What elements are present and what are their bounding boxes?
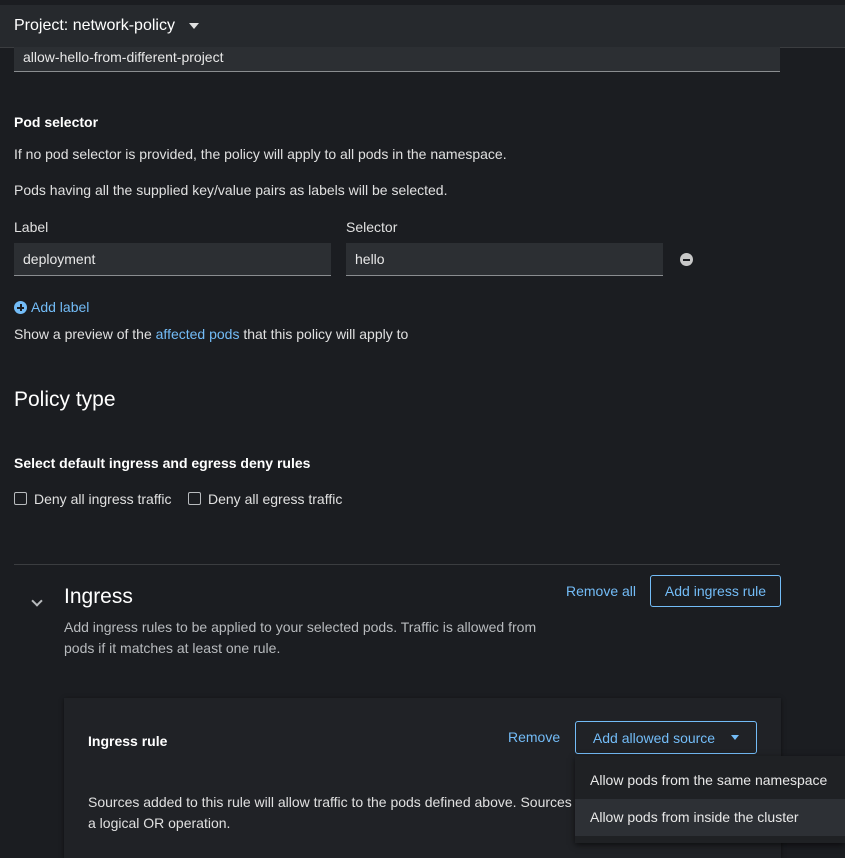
ingress-rule-title: Ingress rule (88, 733, 168, 749)
menu-item-inside-cluster[interactable]: Allow pods from inside the cluster (575, 799, 845, 836)
label-key-input[interactable]: deployment (14, 243, 331, 276)
ingress-heading: Ingress (64, 585, 133, 608)
deny-egress-label: Deny all egress traffic (208, 491, 343, 507)
add-label-button[interactable]: Add label (14, 299, 89, 315)
add-ingress-rule-button[interactable]: Add ingress rule (650, 575, 781, 607)
remove-rule-button[interactable]: Remove (508, 729, 560, 745)
selector-value-input[interactable]: hello (346, 243, 663, 276)
top-bar: Project: network-policy (0, 5, 845, 48)
pod-selector-title: Pod selector (14, 114, 99, 130)
deny-egress-checkbox[interactable]: Deny all egress traffic (188, 491, 342, 507)
ingress-description-line-2: pods if it matches at least one rule. (64, 640, 281, 656)
selector-column-header: Selector (346, 219, 398, 235)
rule-description: Sources added to this rule will allow tr… (88, 792, 575, 834)
checkbox-icon[interactable] (14, 492, 27, 505)
project-label: Project: network-policy (14, 17, 175, 34)
add-label-text: Add label (31, 299, 90, 315)
policy-type-heading: Policy type (14, 388, 116, 411)
chevron-down-icon[interactable] (31, 595, 43, 607)
add-ingress-rule-label: Add ingress rule (664, 583, 767, 599)
rule-description-line-2: a logical OR operation. (88, 815, 231, 831)
remove-label-icon[interactable] (680, 253, 693, 266)
preview-suffix: that this policy will apply to (239, 326, 409, 342)
checkbox-icon[interactable] (188, 492, 201, 505)
rule-description-line-1: Sources added to this rule will allow tr… (88, 794, 572, 810)
project-selector[interactable]: Project: network-policy (14, 17, 199, 35)
deny-ingress-label: Deny all ingress traffic (34, 491, 172, 507)
affected-pods-link[interactable]: affected pods (156, 326, 240, 342)
preview-prefix: Show a preview of the (14, 326, 156, 342)
allowed-source-menu: Allow pods from the same namespace Allow… (575, 756, 845, 843)
plus-circle-icon (14, 301, 27, 314)
ingress-description-line-1: Add ingress rules to be applied to your … (64, 619, 537, 635)
menu-item-same-namespace[interactable]: Allow pods from the same namespace (575, 762, 845, 799)
deny-ingress-checkbox[interactable]: Deny all ingress traffic (14, 491, 171, 507)
pod-selector-help-1: If no pod selector is provided, the poli… (14, 146, 507, 162)
deny-rules-title: Select default ingress and egress deny r… (14, 455, 311, 471)
policy-name-input[interactable]: allow-hello-from-different-project (14, 47, 780, 72)
caret-down-icon (731, 735, 740, 740)
ingress-description: Add ingress rules to be applied to your … (64, 617, 536, 659)
section-divider (14, 564, 780, 565)
label-column-header: Label (14, 219, 49, 235)
caret-down-icon (188, 23, 199, 29)
add-allowed-source-dropdown[interactable]: Add allowed source (575, 721, 757, 754)
preview-text: Show a preview of the affected pods that… (14, 326, 408, 342)
pod-selector-help-2: Pods having all the supplied key/value p… (14, 182, 448, 198)
add-allowed-source-label: Add allowed source (592, 729, 716, 746)
remove-all-button[interactable]: Remove all (566, 583, 636, 599)
